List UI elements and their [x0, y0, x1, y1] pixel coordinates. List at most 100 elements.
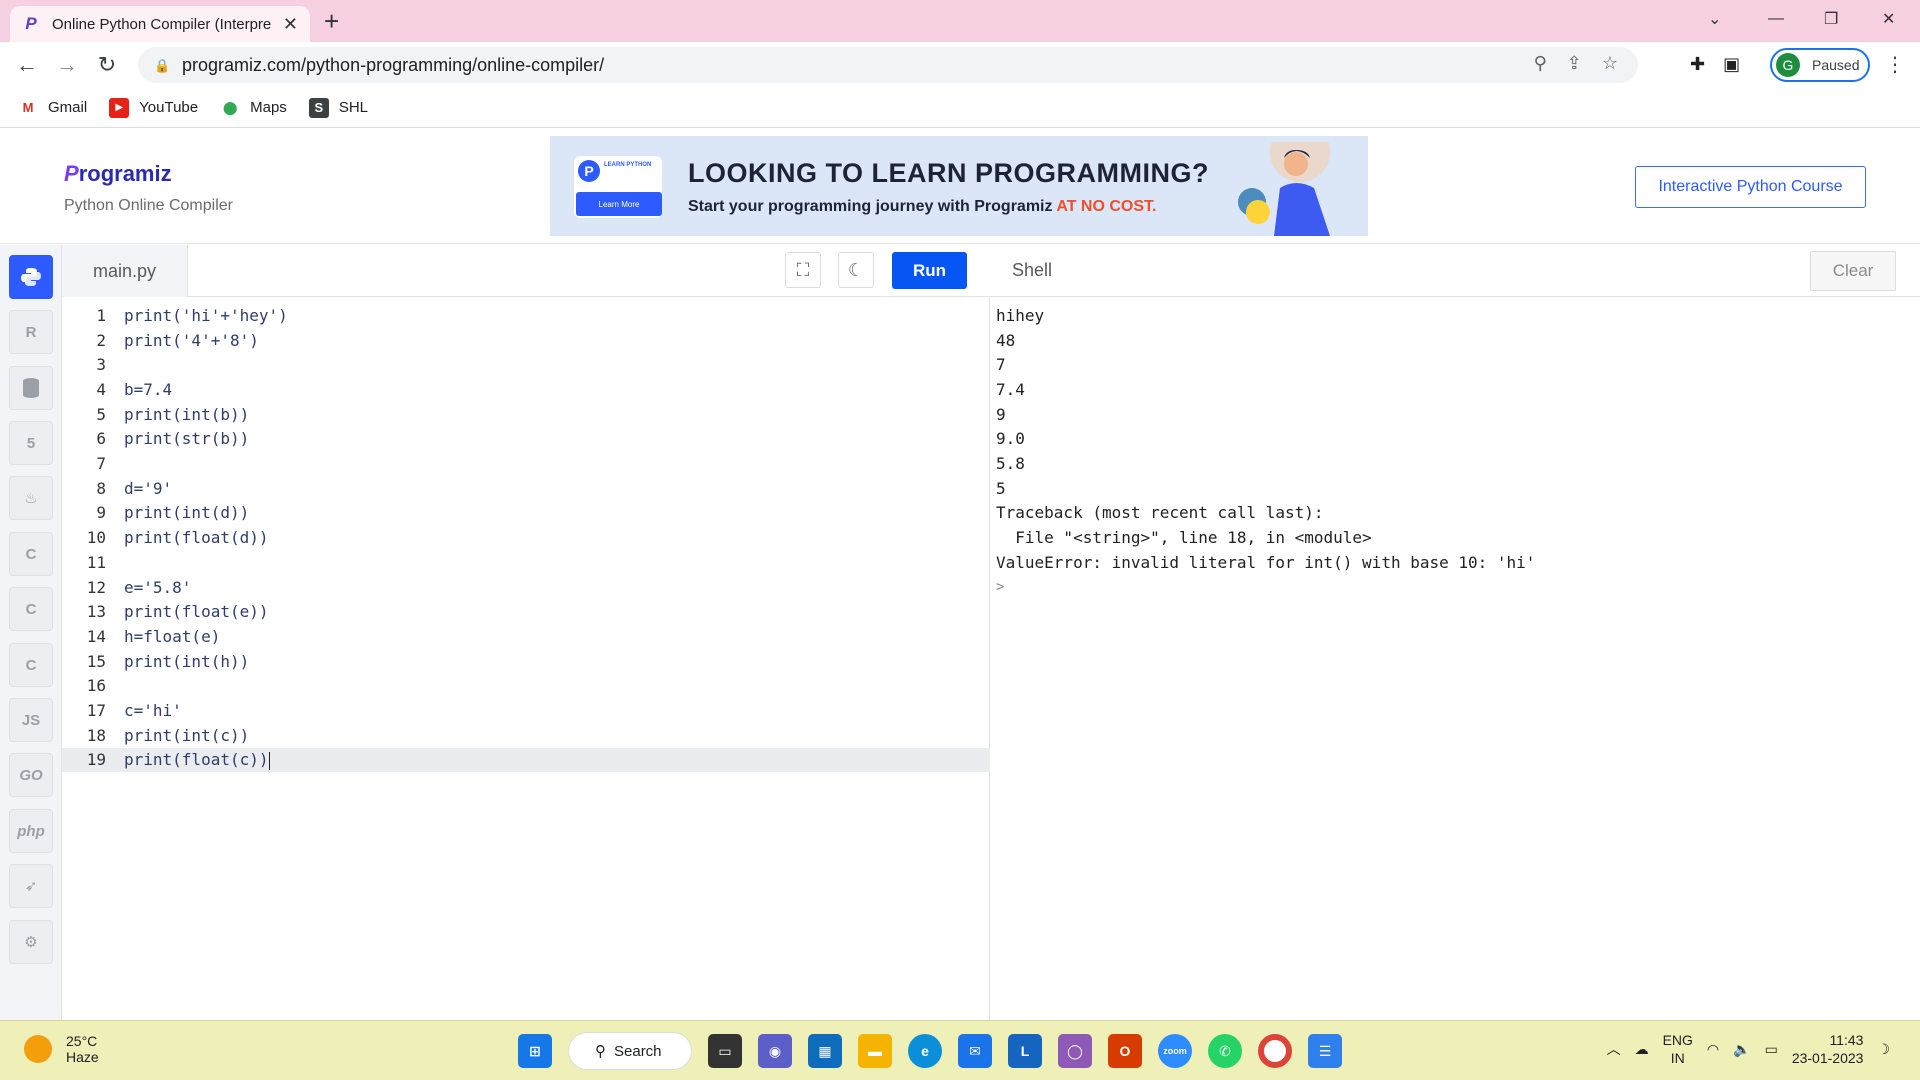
code-line[interactable]: 6 print(str(b)) [62, 427, 990, 452]
lang-rust-icon[interactable]: ⚙ [9, 920, 53, 964]
mail-icon[interactable]: ✉ [958, 1034, 992, 1068]
language-indicator[interactable]: ENG IN [1663, 1031, 1693, 1067]
line-number: 6 [96, 429, 106, 449]
code-line[interactable]: 4 b=7.4 [62, 377, 990, 402]
wifi-icon[interactable]: ◠ [1707, 1041, 1719, 1058]
whatsapp-icon[interactable]: ✆ [1208, 1034, 1242, 1068]
profile-button[interactable]: G Paused [1770, 48, 1870, 82]
clock[interactable]: 11:43 23-01-2023 [1792, 1031, 1864, 1067]
code-line[interactable]: 1 print('hi'+'hey') [62, 303, 990, 328]
code-line[interactable]: 9 print(int(d)) [62, 501, 990, 526]
code-line[interactable]: 7 [62, 451, 990, 476]
line-number: 3 [96, 355, 106, 375]
shell-prompt[interactable]: > [996, 575, 1004, 600]
side-panel-icon[interactable]: ▣ [1723, 54, 1740, 75]
learn-more-button[interactable]: Learn More [576, 192, 662, 216]
programiz-logo[interactable]: Programiz Python Online Compiler [64, 161, 233, 215]
code-line[interactable]: 13 print(float(e)) [62, 599, 990, 624]
address-bar[interactable]: 🔒 programiz.com/python-programming/onlin… [138, 47, 1638, 83]
code-line[interactable]: 8 d='9' [62, 476, 990, 501]
code-line[interactable]: 11 [62, 550, 990, 575]
ad-banner[interactable]: P LEARN PYTHON Learn More LOOKING TO LEA… [550, 136, 1368, 236]
bookmark-gmail[interactable]: M Gmail [18, 98, 88, 118]
volume-icon[interactable]: 🔈 [1733, 1041, 1750, 1058]
taskbar-search[interactable]: ⚲ Search [568, 1032, 692, 1070]
share-icon[interactable]: ⇪ [1567, 53, 1582, 74]
weather-condition: Haze [66, 1049, 99, 1065]
lang-go-icon[interactable]: GO [9, 753, 53, 797]
new-tab-icon[interactable]: + [324, 6, 339, 36]
onedrive-icon[interactable]: ☁ [1635, 1041, 1649, 1058]
windows-start-icon[interactable]: ⊞ [518, 1034, 552, 1068]
zoom-icon[interactable]: zoom [1158, 1034, 1192, 1068]
lang-html-icon[interactable]: 5 [9, 421, 53, 465]
code-line[interactable]: 12 e='5.8' [62, 575, 990, 600]
forward-icon[interactable]: → [52, 50, 82, 80]
chevron-up-icon[interactable]: ︿ [1607, 1039, 1621, 1059]
bookmark-youtube[interactable]: ▶ YouTube [109, 97, 198, 118]
lang-java-icon[interactable]: ♨ [9, 476, 53, 520]
code-line[interactable]: 3 [62, 352, 990, 377]
close-window-icon[interactable]: ✕ [1882, 0, 1895, 38]
output-line: 48 [996, 330, 1016, 350]
code-line[interactable]: 15 print(int(h)) [62, 649, 990, 674]
battery-icon[interactable]: ▭ [1765, 1041, 1778, 1058]
lang-cpp-icon[interactable]: C [9, 587, 53, 631]
notepad-icon[interactable]: ☰ [1308, 1034, 1342, 1068]
bookmark-star-icon[interactable]: ☆ [1602, 53, 1618, 74]
lang-csharp-icon[interactable]: C [9, 643, 53, 687]
clear-button[interactable]: Clear [1810, 251, 1896, 291]
bookmark-maps[interactable]: ⬤ Maps [220, 98, 287, 118]
file-explorer-icon[interactable]: ▬ [858, 1034, 892, 1068]
code-line[interactable]: 16 [62, 674, 990, 699]
line-number: 16 [86, 676, 106, 696]
chrome-icon[interactable] [1258, 1034, 1292, 1068]
lang-js-icon[interactable]: JS [9, 698, 53, 742]
tab-search-icon[interactable]: ⌄ [1708, 0, 1721, 38]
teams-chat-icon[interactable]: ◉ [758, 1034, 792, 1068]
browser-toolbar: ← → ↻ 🔒 programiz.com/python-programming… [0, 42, 1920, 88]
code-editor[interactable]: 1 print('hi'+'hey') 2 print('4'+'8') 3 4 b=7.4… [62, 297, 990, 1020]
code-line[interactable]: 17 c='hi' [62, 698, 990, 723]
microsoft-store-icon[interactable]: ▦ [808, 1034, 842, 1068]
office-icon[interactable]: O [1108, 1034, 1142, 1068]
run-button[interactable]: Run [892, 252, 967, 289]
lang-swift-icon[interactable]: ➶ [9, 864, 53, 908]
code-line[interactable]: 14 h=float(e) [62, 624, 990, 649]
site-header: Programiz Python Online Compiler P LEARN… [0, 129, 1920, 244]
back-icon[interactable]: ← [12, 50, 42, 80]
l-app-icon[interactable]: L [1008, 1034, 1042, 1068]
lang-python-icon[interactable] [9, 255, 53, 299]
reload-icon[interactable]: ↻ [92, 50, 122, 80]
minimize-icon[interactable]: — [1768, 0, 1784, 38]
lang-r-icon[interactable]: R [9, 310, 53, 354]
lang-php-icon[interactable]: php [9, 809, 53, 853]
shell-output[interactable]: hihey 48 7 7.4 9 9.0 5.8 5 Traceback (most recen… [990, 297, 1920, 1020]
code-line[interactable]: 10 print(float(d)) [62, 525, 990, 550]
code-line[interactable]: 18 print(int(c)) [62, 723, 990, 748]
dark-mode-icon[interactable]: ☾ [838, 252, 874, 288]
task-view-icon[interactable]: ▭ [708, 1034, 742, 1068]
close-tab-icon[interactable]: ✕ [283, 14, 298, 35]
photos-icon[interactable]: ◯ [1058, 1034, 1092, 1068]
fullscreen-icon[interactable]: ⛶ [785, 252, 821, 288]
code-line[interactable]: 5 print(int(b)) [62, 402, 990, 427]
extensions-icon[interactable]: ✚ [1690, 54, 1705, 75]
interactive-course-button[interactable]: Interactive Python Course [1635, 166, 1866, 208]
browser-tab[interactable]: P Online Python Compiler (Interpre ✕ [10, 6, 310, 42]
file-tab-main[interactable]: main.py [62, 245, 188, 297]
more-menu-icon[interactable]: ⋮ [1885, 52, 1905, 77]
restore-icon[interactable]: ❐ [1824, 0, 1838, 38]
weather-widget[interactable]: 25°C Haze [24, 1033, 99, 1065]
code-line[interactable]: 19 print(float(c)) [62, 747, 990, 773]
lang-sql-icon[interactable] [9, 366, 53, 410]
edge-icon[interactable]: e [908, 1034, 942, 1068]
bookmark-shl[interactable]: S SHL [308, 97, 368, 118]
notification-icon[interactable]: ☽ [1877, 1041, 1890, 1058]
zoom-icon[interactable]: ⚲ [1534, 53, 1547, 74]
line-number: 14 [86, 626, 106, 646]
lang-c-icon[interactable]: C [9, 532, 53, 576]
code-line[interactable]: 2 print('4'+'8') [62, 328, 990, 353]
avatar: G [1776, 53, 1800, 77]
tab-title: Online Python Compiler (Interpre [52, 15, 272, 33]
